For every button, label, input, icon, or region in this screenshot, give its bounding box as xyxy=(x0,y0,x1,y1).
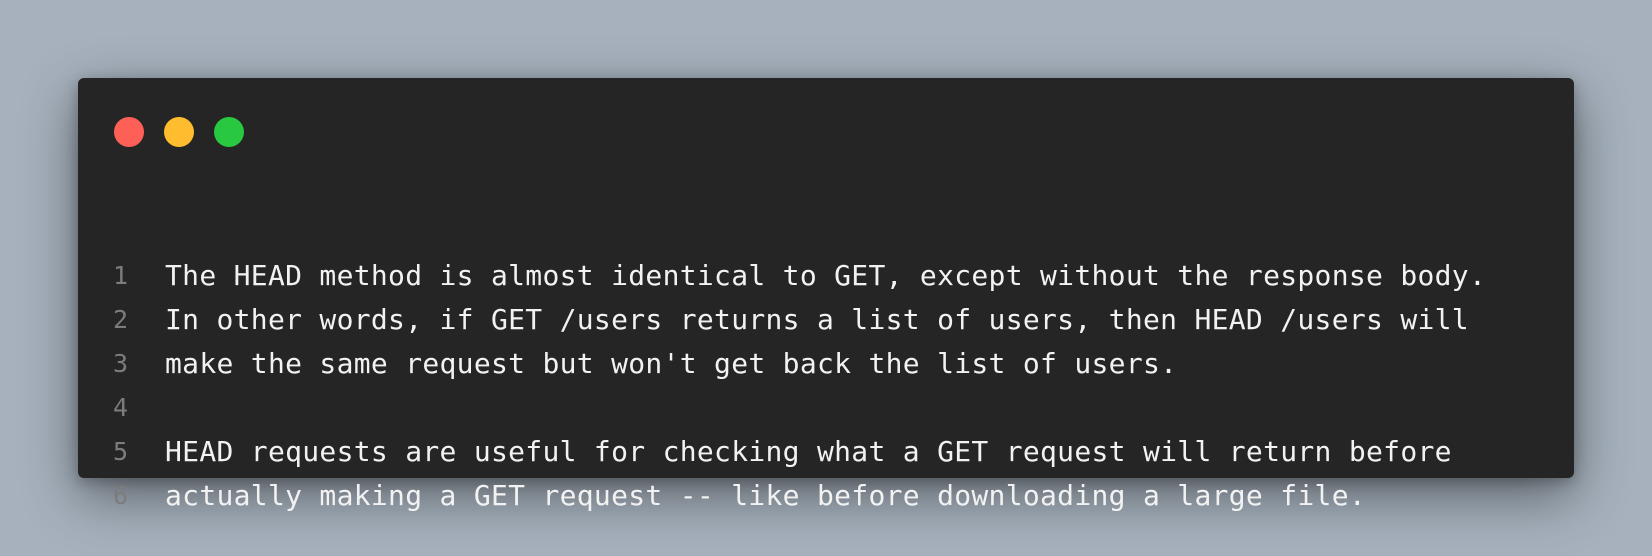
line-number: 5 xyxy=(112,436,128,466)
minimize-button[interactable] xyxy=(164,117,194,147)
line-text: In other words, if GET /users returns a … xyxy=(165,302,1469,336)
line-text: HEAD requests are useful for checking wh… xyxy=(165,434,1452,468)
code-line: 3 make the same request but won't get ba… xyxy=(78,341,1574,385)
line-number: 4 xyxy=(112,392,128,422)
code-line: 1 The HEAD method is almost identical to… xyxy=(78,253,1574,297)
close-button[interactable] xyxy=(114,117,144,147)
line-number: 6 xyxy=(112,480,128,510)
code-line: 5 HEAD requests are useful for checking … xyxy=(78,429,1574,473)
line-number: 2 xyxy=(112,304,128,334)
line-number: 3 xyxy=(112,348,128,378)
line-text: The HEAD method is almost identical to G… xyxy=(165,258,1487,292)
code-line: 4 xyxy=(78,385,1574,429)
code-line: 6 actually making a GET request -- like … xyxy=(78,473,1574,517)
maximize-button[interactable] xyxy=(214,117,244,147)
line-text: make the same request but won't get back… xyxy=(165,346,1178,380)
code-line: 2 In other words, if GET /users returns … xyxy=(78,297,1574,341)
line-number: 1 xyxy=(112,260,128,290)
window-controls xyxy=(114,117,244,147)
code-window: 1 The HEAD method is almost identical to… xyxy=(78,78,1574,512)
line-text: actually making a GET request -- like be… xyxy=(165,478,1367,512)
